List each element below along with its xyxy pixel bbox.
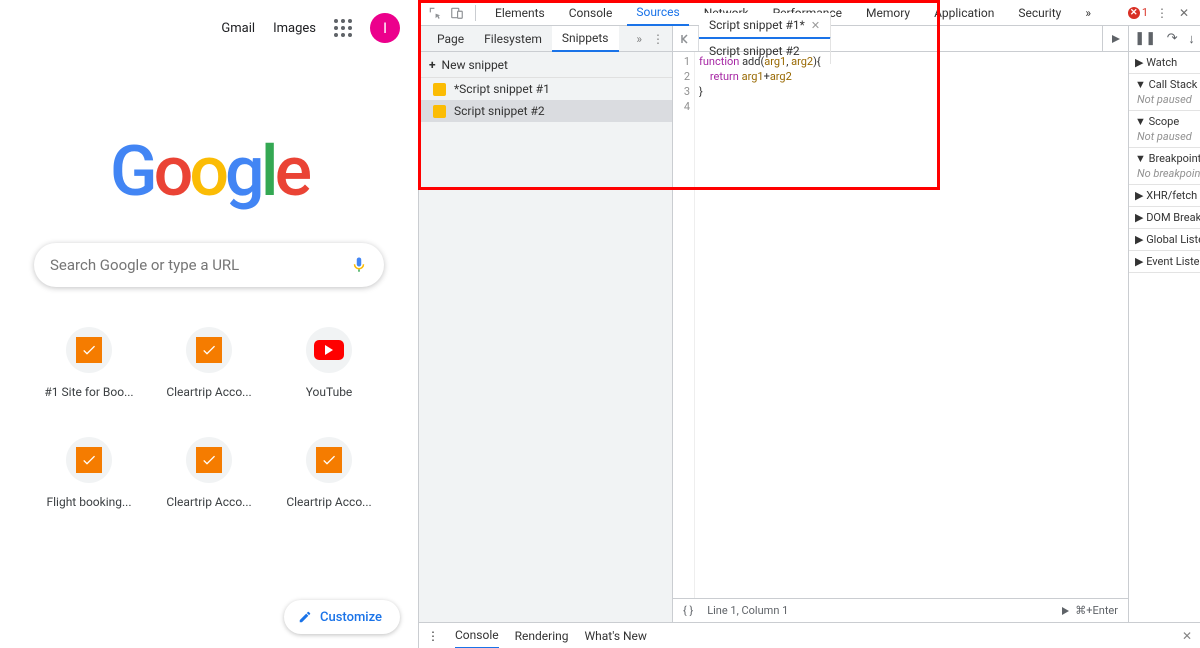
drawer-tab-bar: ⋮ Console Rendering What's New ✕ [419,622,1200,648]
shortcut-tile[interactable]: Cleartrip Acco... [269,437,389,509]
search-input[interactable] [50,256,350,274]
sidebar-section[interactable]: ▼ Call StackNot paused [1129,74,1200,111]
avatar[interactable]: I [370,13,400,43]
tabs-overflow[interactable]: » [1076,0,1100,26]
shortcut-tile[interactable]: YouTube [269,327,389,399]
pretty-print-icon[interactable]: { } [683,604,693,617]
shortcut-tile[interactable]: Cleartrip Acco... [149,437,269,509]
run-snippet-icon[interactable] [1102,26,1128,52]
error-badge[interactable]: ✕1 [1128,6,1148,19]
snippet-file-icon [433,105,446,118]
nav-tab-snippets[interactable]: Snippets [552,26,619,52]
snippet-item[interactable]: *Script snippet #1 [419,78,672,100]
shortcut-label: #1 Site for Boo... [44,385,133,399]
tab-application[interactable]: Application [925,0,1003,26]
tab-security[interactable]: Security [1009,0,1070,26]
inspect-icon[interactable] [427,5,443,21]
tab-console[interactable]: Console [560,0,622,26]
editor-status-bar: { } Line 1, Column 1 ⌘+Enter [673,598,1128,622]
youtube-icon [314,340,344,360]
shortcuts-grid: #1 Site for Boo... Cleartrip Acco... YouTu… [29,327,389,509]
editor-pane: Script snippet #1*✕Script snippet #2 123… [673,26,1128,622]
step-over-icon[interactable]: ↷ [1167,31,1178,46]
shortcut-tile[interactable]: #1 Site for Boo... [29,327,149,399]
images-link[interactable]: Images [273,21,316,36]
sidebar-section[interactable]: ▼ ScopeNot paused [1129,111,1200,148]
editor-tab[interactable]: Script snippet #1* ✕ [699,13,831,39]
google-logo: Google [0,131,418,213]
device-toggle-icon[interactable] [449,5,465,21]
run-icon[interactable] [1061,606,1071,616]
drawer-kebab-icon[interactable]: ⋮ [427,629,439,643]
sidebar-section[interactable]: ▶ DOM Breakpoints [1129,207,1200,229]
pencil-icon [298,610,312,624]
step-into-icon[interactable]: ↓ [1188,31,1195,47]
cursor-position: Line 1, Column 1 [707,604,788,617]
customize-button[interactable]: Customize [284,600,400,634]
gmail-link[interactable]: Gmail [221,21,255,36]
mic-icon[interactable] [350,254,368,276]
drawer-close-icon[interactable]: ✕ [1182,629,1192,643]
apps-grid-icon[interactable] [334,19,352,37]
kebab-icon[interactable]: ⋮ [1154,5,1170,21]
shortcut-label: Flight booking... [46,495,131,509]
debug-controls: ❚❚ ↷ ↓ [1129,26,1200,52]
editor-tab-bar: Script snippet #1*✕Script snippet #2 [673,26,1128,52]
drawer-tab-rendering[interactable]: Rendering [515,629,569,643]
sources-navigator: Page Filesystem Snippets » ⋮ +New snippe… [419,26,673,622]
snippet-list: *Script snippet #1 Script snippet #2 [419,78,672,122]
new-snippet-button[interactable]: +New snippet [419,52,672,78]
close-icon[interactable]: ✕ [1176,5,1192,21]
shortcut-label: Cleartrip Acco... [166,385,251,399]
new-tab-page: Gmail Images I Google #1 Site for Boo...… [0,0,418,648]
search-box[interactable] [34,243,384,287]
shortcut-tile[interactable]: Cleartrip Acco... [149,327,269,399]
snippet-name: Script snippet #2 [454,104,545,118]
sidebar-section[interactable]: ▶ Event Listener Breakpoints [1129,251,1200,273]
checkmark-icon [76,337,102,363]
sidebar-section[interactable]: ▶ Global Listeners [1129,229,1200,251]
sidebar-section[interactable]: ▶ Watch [1129,52,1200,74]
checkmark-icon [316,447,342,473]
shortcut-tile[interactable]: Flight booking... [29,437,149,509]
code-editor[interactable]: 1234 function add(arg1, arg2){ return ar… [673,52,1128,598]
snippet-file-icon [433,83,446,96]
tab-memory[interactable]: Memory [857,0,919,26]
shortcut-label: Cleartrip Acco... [166,495,251,509]
page-top-bar: Gmail Images I [0,0,418,43]
sidebar-section[interactable]: ▶ XHR/fetch Breakpoints [1129,185,1200,207]
snippet-name: *Script snippet #1 [454,82,550,96]
snippet-item[interactable]: Script snippet #2 [419,100,672,122]
shortcut-label: Cleartrip Acco... [286,495,371,509]
nav-tab-filesystem[interactable]: Filesystem [474,26,552,52]
pause-icon[interactable]: ❚❚ [1134,31,1156,46]
shortcut-label: YouTube [306,385,353,399]
checkmark-icon [196,447,222,473]
debugger-sidebar: ❚❚ ↷ ↓ ▶ Watch▼ Call StackNot paused▼ Sc… [1128,26,1200,622]
run-hint: ⌘+Enter [1075,604,1118,617]
tab-sources[interactable]: Sources [627,0,688,26]
drawer-tab-whatsnew[interactable]: What's New [584,629,646,643]
devtools-panel: Elements Console Sources Network Perform… [418,0,1200,648]
checkmark-icon [196,337,222,363]
editor-gutter: 1234 [673,52,695,598]
drawer-tab-console[interactable]: Console [455,623,499,648]
tab-elements[interactable]: Elements [486,0,554,26]
nav-overflow-icon[interactable]: » [636,32,642,46]
nav-toggle-icon[interactable] [673,26,699,52]
nav-tab-page[interactable]: Page [427,26,474,52]
checkmark-icon [76,447,102,473]
tab-close-icon[interactable]: ✕ [811,19,820,32]
sidebar-section[interactable]: ▼ BreakpointsNo breakpoints [1129,148,1200,185]
nav-kebab-icon[interactable]: ⋮ [652,32,664,46]
editor-code[interactable]: function add(arg1, arg2){ return arg1+ar… [695,52,821,598]
editor-tab-label: Script snippet #1* [709,18,805,32]
